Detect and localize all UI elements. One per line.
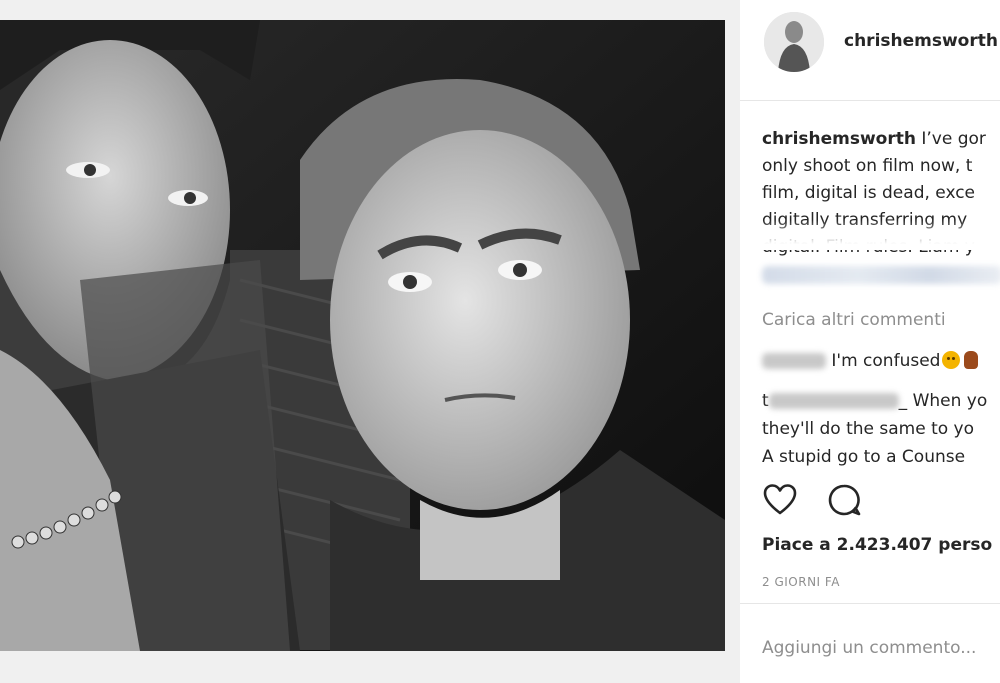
avatar-image bbox=[764, 12, 824, 72]
blurred-username[interactable] bbox=[768, 393, 899, 409]
add-comment-input[interactable] bbox=[762, 628, 1000, 668]
post-photo[interactable] bbox=[0, 20, 725, 651]
confused-face-icon bbox=[942, 351, 961, 369]
heart-outline-icon bbox=[763, 484, 797, 515]
caption-line-2: only shoot on film now, t bbox=[762, 156, 973, 176]
post-header: chrishemsworth bbox=[740, 0, 1000, 101]
comment-text: _ When yo bbox=[898, 391, 988, 411]
load-more-comments[interactable]: Carica altri commenti bbox=[762, 310, 946, 330]
caption-line-1: chrishemsworth I’ve gor bbox=[762, 126, 1000, 153]
post-timestamp[interactable]: 2 GIORNI FA bbox=[762, 575, 840, 589]
blurred-username[interactable] bbox=[762, 353, 826, 369]
divider bbox=[740, 603, 1000, 604]
emoji-icon bbox=[964, 351, 979, 369]
post-side-panel: chrishemsworth chrishemsworth I’ve gor o… bbox=[740, 0, 1000, 683]
caption-line-3: film, digital is dead, exce bbox=[762, 183, 976, 203]
caption-fade bbox=[740, 220, 1000, 250]
comment-text: I'm confused bbox=[831, 351, 941, 371]
speech-bubble-icon bbox=[828, 484, 861, 516]
comment-username-prefix[interactable]: t bbox=[762, 391, 769, 411]
caption-text: I’ve gor bbox=[915, 129, 986, 149]
header-username[interactable]: chrishemsworth bbox=[844, 31, 998, 51]
comment-item: t _ When yo bbox=[762, 387, 987, 415]
comment-item: I'm confused bbox=[762, 347, 979, 375]
comment-continuation: A stupid go to a Counse bbox=[762, 447, 966, 467]
comment-button[interactable] bbox=[826, 482, 862, 518]
like-button[interactable] bbox=[762, 482, 798, 518]
likes-count[interactable]: Piace a 2.423.407 perso bbox=[762, 535, 992, 555]
photo-image bbox=[0, 20, 725, 651]
caption-username[interactable]: chrishemsworth bbox=[762, 129, 916, 149]
comment-continuation: they'll do the same to yo bbox=[762, 419, 975, 439]
avatar[interactable] bbox=[764, 12, 824, 72]
blurred-mentions bbox=[762, 266, 1000, 284]
